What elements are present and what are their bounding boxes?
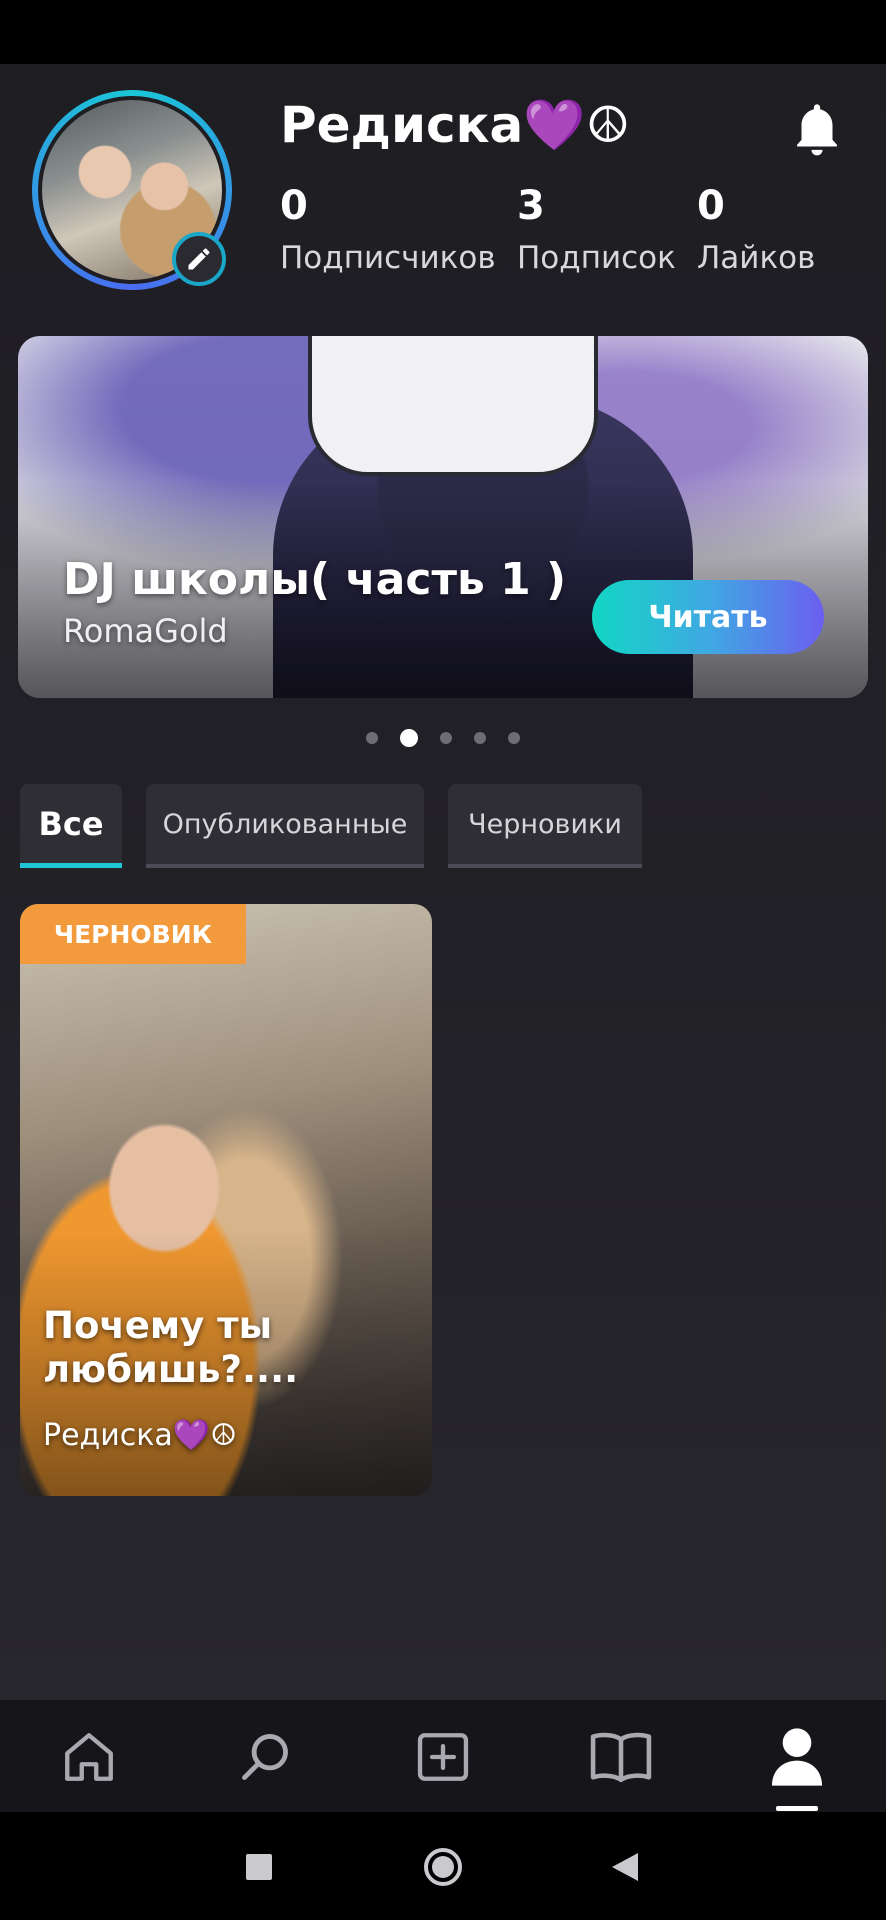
back-triangle-icon xyxy=(612,1853,638,1881)
likes-label: Лайков xyxy=(697,240,816,276)
pager-dot[interactable] xyxy=(474,732,486,744)
nav-profile[interactable] xyxy=(762,1722,832,1792)
featured-story-banner[interactable]: DJ школы( часть 1 ) RomaGold Читать xyxy=(18,336,868,698)
banner-pager-dots xyxy=(0,728,886,748)
read-button[interactable]: Читать xyxy=(592,580,824,654)
tab-published[interactable]: Опубликованные xyxy=(146,784,424,868)
recents-button[interactable] xyxy=(238,1846,280,1888)
pager-dot[interactable] xyxy=(366,732,378,744)
story-card-author: Редиска💜☮ xyxy=(43,1418,238,1453)
recents-square-icon xyxy=(246,1854,272,1880)
story-card[interactable]: ЧЕРНОВИК Почему ты любишь?.... Редиска💜☮ xyxy=(20,904,432,1496)
pager-dot[interactable] xyxy=(508,732,520,744)
profile-screen: Редиска💜☮ 0 Подписчиков 3 Подписок 0 Лай… xyxy=(0,0,886,1920)
home-button[interactable] xyxy=(422,1846,464,1888)
search-icon xyxy=(242,1734,288,1780)
status-bar xyxy=(0,0,886,64)
following-count: 3 xyxy=(517,183,545,229)
story-card-title: Почему ты любишь?.... xyxy=(43,1304,299,1392)
nav-home[interactable] xyxy=(54,1722,124,1792)
profile-icon xyxy=(771,1728,823,1786)
system-navigation-bar xyxy=(0,1812,886,1920)
edit-avatar-button[interactable] xyxy=(172,232,226,286)
pager-dot[interactable] xyxy=(440,732,452,744)
avatar-container[interactable] xyxy=(32,90,232,290)
notifications-button[interactable] xyxy=(790,100,844,162)
following-stat[interactable]: 3 Подписок xyxy=(517,186,676,276)
banner-title: DJ школы( часть 1 ) xyxy=(63,554,567,605)
draft-badge: ЧЕРНОВИК xyxy=(20,904,246,964)
likes-stat[interactable]: 0 Лайков xyxy=(697,186,815,276)
nav-library[interactable] xyxy=(586,1722,656,1792)
home-circle-icon xyxy=(424,1848,462,1886)
followers-count: 0 xyxy=(280,183,308,229)
profile-username: Редиска💜☮ xyxy=(280,96,631,154)
bell-icon xyxy=(797,104,837,156)
likes-count: 0 xyxy=(697,183,725,229)
nav-active-indicator xyxy=(776,1806,818,1811)
library-book-icon xyxy=(590,1732,652,1783)
followers-label: Подписчиков xyxy=(280,240,496,276)
back-button[interactable] xyxy=(604,1846,646,1888)
following-label: Подписок xyxy=(517,240,676,276)
pager-dot-active[interactable] xyxy=(400,729,418,747)
nav-add-story[interactable] xyxy=(408,1722,478,1792)
pencil-icon xyxy=(188,248,210,270)
banner-author: RomaGold xyxy=(63,612,228,650)
followers-stat[interactable]: 0 Подписчиков xyxy=(280,186,496,276)
home-icon xyxy=(65,1733,113,1781)
banner-illustration-helmet xyxy=(308,336,598,476)
nav-search[interactable] xyxy=(230,1722,300,1792)
add-story-icon xyxy=(417,1733,469,1781)
bottom-navigation xyxy=(0,1700,886,1812)
tab-drafts[interactable]: Черновики xyxy=(448,784,642,868)
tab-all[interactable]: Все xyxy=(20,784,122,868)
